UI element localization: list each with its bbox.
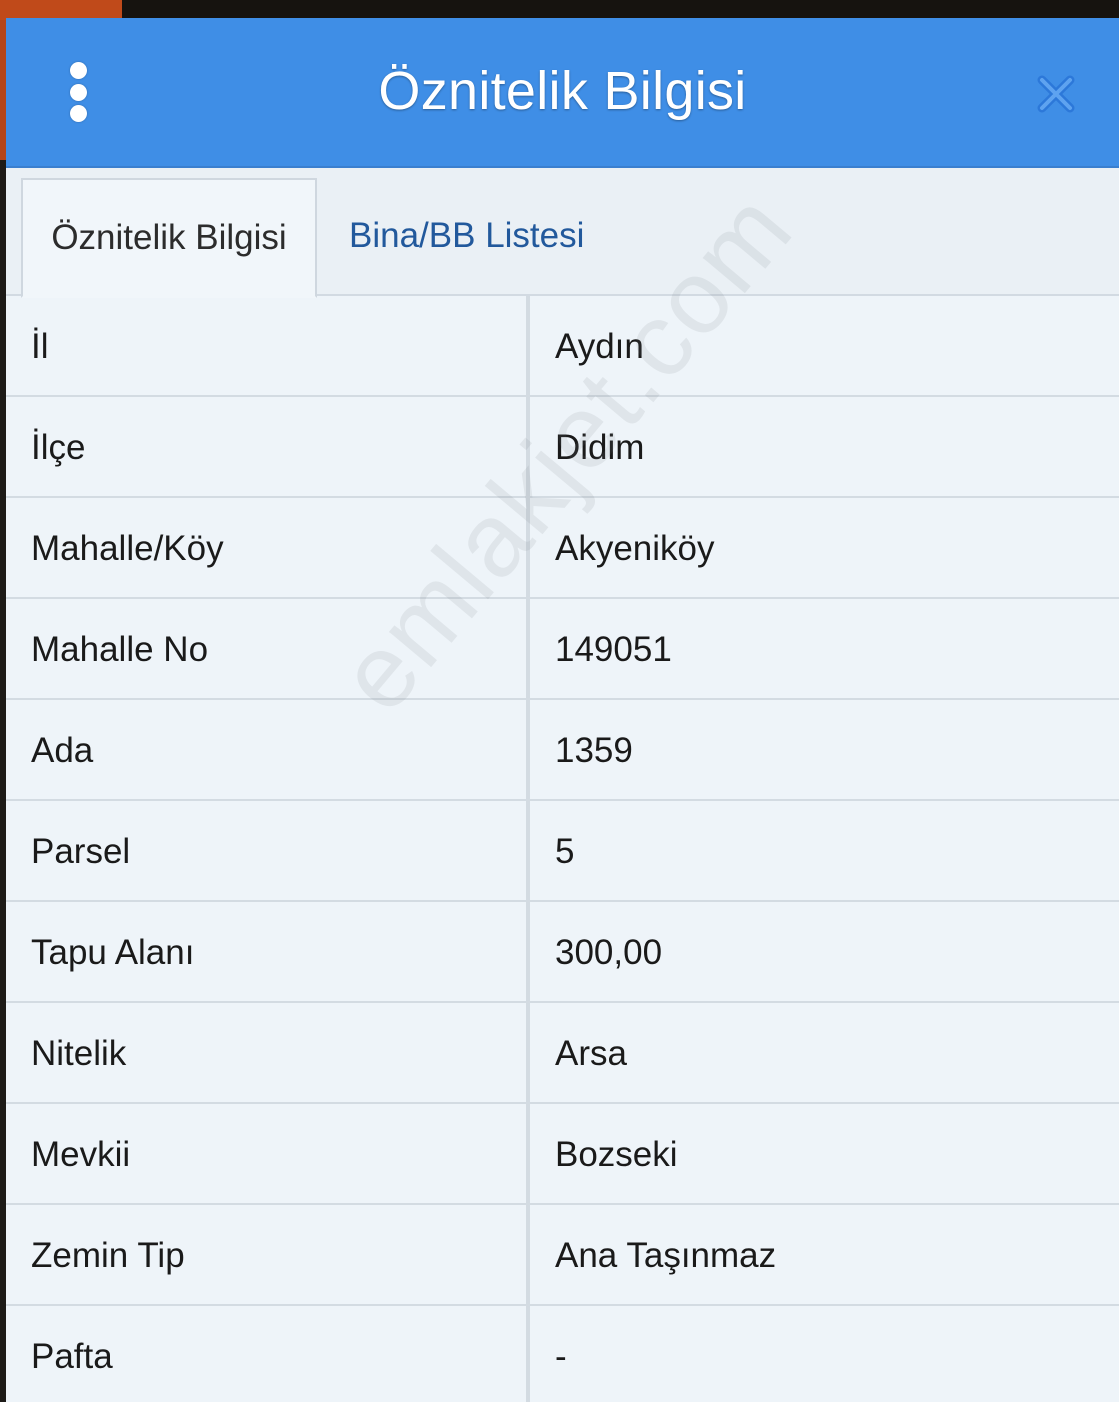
attribute-value: 1359 <box>555 731 633 770</box>
table-row: İl Aydın <box>6 296 1119 397</box>
attribute-value: Bozseki <box>555 1135 678 1174</box>
table-row: Parsel 5 <box>6 801 1119 902</box>
attribute-key: İlçe <box>31 428 86 467</box>
attribute-value: 149051 <box>555 630 672 669</box>
attribute-key: Mahalle No <box>31 630 209 669</box>
attribute-value: 5 <box>555 832 575 871</box>
table-row: Nitelik Arsa <box>6 1003 1119 1104</box>
dialog-titlebar: Öznitelik Bilgisi <box>6 18 1119 168</box>
attribute-key: Nitelik <box>31 1034 127 1073</box>
table-row: Mevkii Bozseki <box>6 1104 1119 1205</box>
attribute-key: Zemin Tip <box>31 1236 185 1275</box>
table-row: Mahalle No 149051 <box>6 599 1119 700</box>
attribute-value: Arsa <box>555 1034 627 1073</box>
attribute-key: İl <box>31 327 49 366</box>
attribute-key: Pafta <box>31 1337 113 1376</box>
attribute-key: Mahalle/Köy <box>31 529 224 568</box>
attribute-value: Akyeniköy <box>555 529 715 568</box>
background-accent <box>0 0 122 20</box>
attribute-value: 300,00 <box>555 933 663 972</box>
table-row: Ada 1359 <box>6 700 1119 801</box>
attribute-key: Ada <box>31 731 94 770</box>
attribute-info-dialog: Öznitelik Bilgisi Öznitelik Bilgisi Bina… <box>6 18 1119 1402</box>
table-row: Pafta - <box>6 1306 1119 1402</box>
dialog-title: Öznitelik Bilgisi <box>378 61 747 121</box>
tab-bar: Öznitelik Bilgisi Bina/BB Listesi <box>6 168 1119 298</box>
attribute-value: Didim <box>555 428 645 467</box>
table-row: İlçe Didim <box>6 397 1119 498</box>
attribute-value: Ana Taşınmaz <box>555 1236 777 1275</box>
column-divider <box>526 296 530 1402</box>
background-strip <box>0 0 1119 20</box>
close-icon[interactable] <box>1034 72 1078 116</box>
table-row: Zemin Tip Ana Taşınmaz <box>6 1205 1119 1306</box>
attribute-value: - <box>555 1337 567 1376</box>
attribute-key: Mevkii <box>31 1135 131 1174</box>
table-row: Mahalle/Köy Akyeniköy <box>6 498 1119 599</box>
table-row: Tapu Alanı 300,00 <box>6 902 1119 1003</box>
tab-building-list[interactable]: Bina/BB Listesi <box>349 178 584 294</box>
attribute-key: Parsel <box>31 832 131 871</box>
tab-attribute-info[interactable]: Öznitelik Bilgisi <box>21 178 317 298</box>
attribute-table: İl Aydın İlçe Didim Mahalle/Köy Akyenikö… <box>6 296 1119 1402</box>
attribute-value: Aydın <box>555 327 644 366</box>
attribute-key: Tapu Alanı <box>31 933 195 972</box>
